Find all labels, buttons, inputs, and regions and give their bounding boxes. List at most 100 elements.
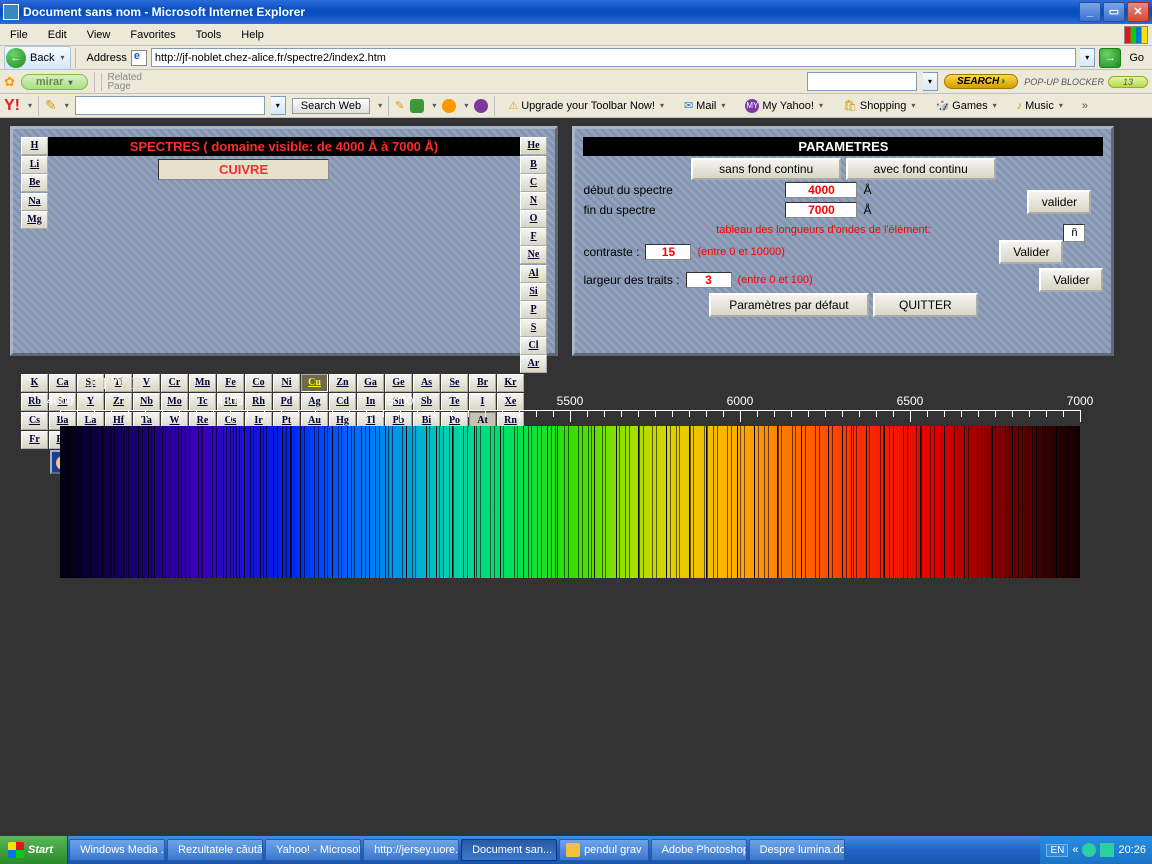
close-button[interactable]: ✕ [1127, 2, 1149, 22]
start-button[interactable]: Start [0, 836, 68, 864]
avec-fond-button[interactable]: avec fond continu [846, 158, 996, 180]
taskbar-task[interactable]: Rezultatele căută... [167, 839, 263, 861]
taskbar-task[interactable]: Document san... [461, 839, 557, 861]
element-b[interactable]: B [520, 156, 547, 174]
yahoo-search-dropdown[interactable]: ▾ [271, 96, 286, 115]
sans-fond-button[interactable]: sans fond continu [691, 158, 841, 180]
more-chevron[interactable]: » [1076, 100, 1094, 112]
taskbar-task[interactable]: Adobe Photoshop [651, 839, 747, 861]
tray-chevron[interactable]: « [1072, 844, 1078, 856]
highlight-icon[interactable]: ✎ [395, 99, 404, 112]
quitter-button[interactable]: QUITTER [873, 293, 978, 317]
yahoo-logo[interactable]: Y! [4, 97, 20, 115]
element-as[interactable]: As [413, 374, 440, 392]
valider-button-1[interactable]: valider [1027, 190, 1091, 214]
element-s[interactable]: S [520, 319, 547, 337]
element-zn[interactable]: Zn [329, 374, 356, 392]
mail-button[interactable]: ✉Mail▾ [677, 95, 732, 116]
menu-view[interactable]: View [77, 26, 121, 44]
upgrade-button[interactable]: ⚠Upgrade your Toolbar Now!▾ [501, 95, 671, 116]
yahoo-search-input[interactable] [75, 96, 265, 115]
element-fe[interactable]: Fe [217, 374, 244, 392]
element-kr[interactable]: Kr [497, 374, 524, 392]
valider-button-2[interactable]: Valider [999, 240, 1063, 264]
element-al[interactable]: Al [520, 265, 547, 283]
element-ne[interactable]: Ne [520, 246, 547, 264]
search-button[interactable]: SEARCH◑ [944, 74, 1018, 89]
menu-favorites[interactable]: Favorites [120, 26, 185, 44]
debut-value[interactable]: 4000 [785, 182, 857, 198]
element-ga[interactable]: Ga [357, 374, 384, 392]
maximize-button[interactable]: ▭ [1103, 2, 1125, 22]
search-select-dropdown[interactable]: ▾ [923, 72, 938, 91]
element-li[interactable]: Li [21, 156, 48, 174]
address-input[interactable] [151, 48, 1076, 67]
myyahoo-button[interactable]: MYMy Yahoo!▾ [738, 95, 830, 117]
taskbar-task[interactable]: pendul grav [559, 839, 649, 861]
games-button[interactable]: 🎲Games▾ [928, 95, 1003, 116]
taskbar-task[interactable]: Yahoo! - Microsof... [265, 839, 361, 861]
tableau-input[interactable] [1063, 224, 1085, 242]
tray-icon-1[interactable] [1082, 843, 1096, 857]
element-na[interactable]: Na [21, 193, 48, 211]
tool-icon-1[interactable] [410, 99, 424, 113]
element-p[interactable]: P [520, 301, 547, 319]
element-cr[interactable]: Cr [161, 374, 188, 392]
pencil-icon[interactable]: ✎ [45, 97, 57, 114]
tool-icon-2[interactable] [442, 99, 456, 113]
element-f[interactable]: F [520, 228, 547, 246]
element-k[interactable]: K [21, 374, 48, 392]
element-rb[interactable]: Rb [21, 393, 48, 411]
element-he[interactable]: He [520, 137, 547, 155]
search-select[interactable] [807, 72, 917, 91]
element-fr[interactable]: Fr [21, 431, 48, 449]
shopping-button[interactable]: 🛍Shopping▾ [836, 95, 922, 116]
page-content: HLiBeNaMg SPECTRES ( domaine visible: de… [0, 118, 1152, 836]
element-ca[interactable]: Ca [49, 374, 76, 392]
taskbar-task[interactable]: http://jersey.uore... [363, 839, 459, 861]
largeur-value[interactable]: 3 [686, 272, 732, 288]
element-cl[interactable]: Cl [520, 337, 547, 355]
contraste-value[interactable]: 15 [645, 244, 691, 260]
spectres-panel: HLiBeNaMg SPECTRES ( domaine visible: de… [10, 126, 558, 356]
element-c[interactable]: C [520, 174, 547, 192]
yahoo-toolbar: Y!▾ ✎▾ ▾ Search Web▾ ✎ ▾ ▾ ⚠Upgrade your… [0, 94, 1152, 118]
tray-icon-2[interactable] [1100, 843, 1114, 857]
defaut-button[interactable]: Paramètres par défaut [709, 293, 868, 317]
address-dropdown[interactable]: ▾ [1080, 48, 1095, 67]
popup-blocker[interactable]: POP-UP BLOCKER 13 [1024, 76, 1148, 88]
minimize-button[interactable]: _ [1079, 2, 1101, 22]
element-mn[interactable]: Mn [189, 374, 216, 392]
element-h[interactable]: H [21, 137, 48, 155]
spectres-header: SPECTRES ( domaine visible: de 4000 Å à … [48, 137, 520, 156]
element-o[interactable]: O [520, 210, 547, 228]
back-button[interactable]: ← Back ▾ [4, 46, 71, 70]
element-cu[interactable]: Cu [301, 374, 328, 392]
element-n[interactable]: N [520, 192, 547, 210]
element-br[interactable]: Br [469, 374, 496, 392]
tool-icon-3[interactable] [474, 99, 488, 113]
element-se[interactable]: Se [441, 374, 468, 392]
music-button[interactable]: ♪Music▾ [1010, 96, 1070, 116]
go-button[interactable]: → [1099, 48, 1121, 68]
search-web-button[interactable]: Search Web [292, 98, 370, 114]
menu-tools[interactable]: Tools [186, 26, 232, 44]
element-ni[interactable]: Ni [273, 374, 300, 392]
element-ar[interactable]: Ar [520, 355, 547, 373]
menu-edit[interactable]: Edit [38, 26, 77, 44]
valider-button-3[interactable]: Valider [1039, 268, 1103, 292]
element-si[interactable]: Si [520, 283, 547, 301]
menu-file[interactable]: File [0, 26, 38, 44]
taskbar-task[interactable]: Windows Media ... [69, 839, 165, 861]
element-cs[interactable]: Cs [21, 412, 48, 430]
mirar-button[interactable]: mirar ▾ [21, 74, 88, 90]
element-co[interactable]: Co [245, 374, 272, 392]
element-ge[interactable]: Ge [385, 374, 412, 392]
element-be[interactable]: Be [21, 174, 48, 192]
fin-value[interactable]: 7000 [785, 202, 857, 218]
menu-help[interactable]: Help [231, 26, 274, 44]
related-page-label[interactable]: RelatedPage [101, 73, 142, 91]
element-mg[interactable]: Mg [21, 211, 48, 229]
language-indicator[interactable]: EN [1046, 844, 1068, 857]
taskbar-task[interactable]: Despre lumina.do... [749, 839, 845, 861]
